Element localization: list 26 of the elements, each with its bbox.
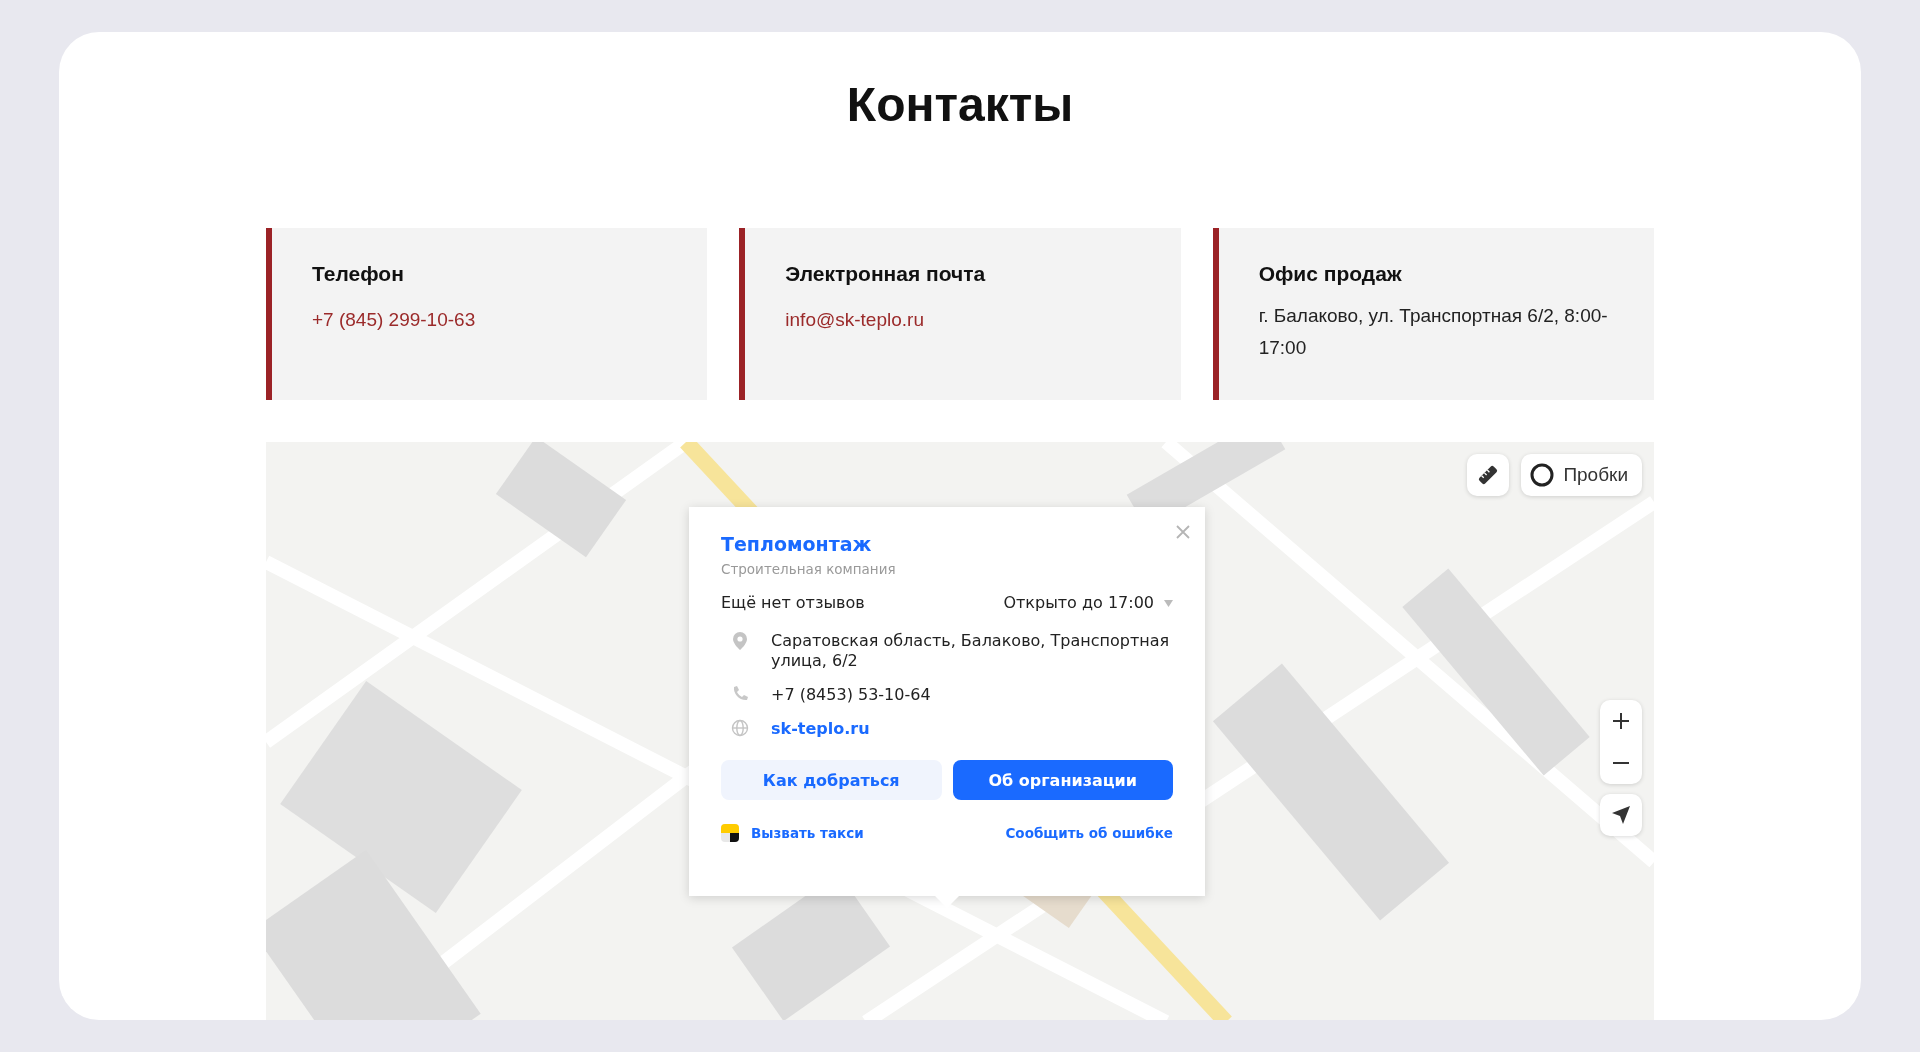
- reviews-text: Ещё нет отзывов: [721, 593, 865, 614]
- page-title: Контакты: [846, 77, 1074, 133]
- taxi-icon: [721, 824, 739, 843]
- contact-label: Электронная почта: [785, 262, 987, 287]
- route-button[interactable]: Как добраться: [721, 760, 942, 801]
- globe-icon: [731, 719, 749, 738]
- website-link[interactable]: sk-teplo.ru: [771, 719, 870, 739]
- zoom-in-icon[interactable]: [1611, 711, 1631, 732]
- traffic-button[interactable]: Пробки: [1521, 454, 1642, 497]
- contact-address: г. Балаково, ул. Транспортная 6/2, 8:00-17:00: [1258, 304, 1609, 361]
- opening-hours[interactable]: Открыто до 17:00: [1003, 593, 1154, 614]
- place-category: Строительная компания: [721, 561, 897, 578]
- place-address: Саратовская область, Балаково, Транспортная улица, 6/2: [771, 631, 1171, 672]
- place-phone: +7 (8453) 53-10-64: [771, 685, 931, 706]
- contact-link[interactable]: +7 (845) 299-10-63: [312, 304, 668, 337]
- about-button[interactable]: Об организации: [952, 760, 1173, 801]
- taxi-link[interactable]: Вызвать такси: [751, 825, 864, 842]
- locate-button[interactable]: [1600, 794, 1642, 837]
- ruler-button[interactable]: [1467, 454, 1510, 497]
- contact-label: Телефон: [312, 262, 405, 287]
- contact-link[interactable]: info@sk-teplo.ru: [785, 304, 1141, 337]
- location-pin-icon: [731, 631, 749, 652]
- contact-label: Офис продаж: [1258, 262, 1403, 287]
- ring-icon: [1529, 462, 1556, 489]
- report-error-link[interactable]: Сообщить об ошибке: [1005, 825, 1173, 842]
- place-name[interactable]: Тепломонтаж: [721, 533, 872, 556]
